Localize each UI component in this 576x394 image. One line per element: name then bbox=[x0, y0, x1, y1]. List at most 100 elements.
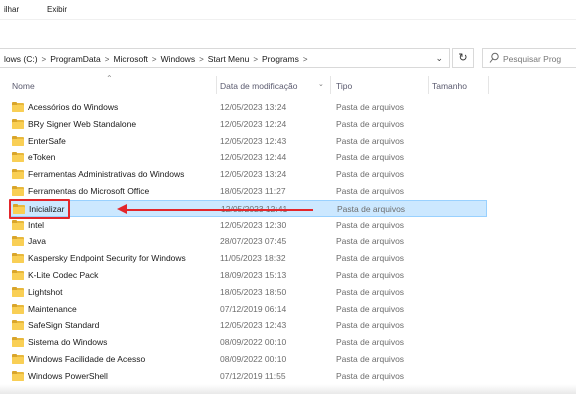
table-row[interactable]: EnterSafe 12/05/2023 12:43 Pasta de arquiv… bbox=[0, 133, 576, 150]
chevron-right-icon: > bbox=[253, 55, 258, 64]
crumb-windows[interactable]: Windows bbox=[161, 54, 195, 64]
folder-icon bbox=[12, 152, 24, 163]
file-name: eToken bbox=[28, 152, 56, 163]
chevron-right-icon: > bbox=[104, 55, 110, 64]
file-name: EnterSafe bbox=[28, 135, 66, 146]
search-box[interactable] bbox=[482, 48, 576, 68]
chevron-right-icon: > bbox=[41, 55, 47, 64]
column-header: ⌃ Nome Data de modificação ⌄ Tipo Tamanh… bbox=[0, 74, 576, 96]
table-row[interactable]: Ferramentas do Microsoft Office 18/05/202… bbox=[0, 183, 576, 200]
folder-icon bbox=[12, 236, 24, 247]
file-date: 08/09/2022 00:10 bbox=[220, 337, 287, 348]
folder-icon bbox=[12, 253, 24, 264]
menu-bar: ilhar Exibir bbox=[0, 0, 576, 20]
folder-icon bbox=[12, 185, 24, 196]
table-row[interactable]: Intel 12/05/2023 12:30 Pasta de arquivos bbox=[0, 217, 576, 234]
column-divider[interactable] bbox=[488, 76, 489, 94]
highlight-annotation bbox=[9, 199, 70, 219]
file-name: Ferramentas Administrativas do Windows bbox=[28, 169, 185, 180]
column-type[interactable]: Tipo bbox=[336, 81, 352, 91]
crumb-microsoft[interactable]: Microsoft bbox=[113, 54, 147, 64]
table-row[interactable]: eToken 12/05/2023 12:44 Pasta de arquivos bbox=[0, 149, 576, 166]
crumb-programs[interactable]: Programs bbox=[262, 54, 299, 64]
file-name: BRy Signer Web Standalone bbox=[28, 118, 137, 129]
folder-icon bbox=[12, 102, 24, 112]
column-divider[interactable] bbox=[428, 76, 429, 94]
table-row[interactable]: Kaspersky Endpoint Security for Windows 1… bbox=[0, 250, 576, 267]
table-row[interactable]: Windows PowerShell 07/12/2019 11:55 Pasta … bbox=[0, 368, 576, 385]
file-name: Windows PowerShell bbox=[28, 370, 108, 381]
table-row[interactable]: Sistema do Windows 08/09/2022 00:10 Pasta … bbox=[0, 334, 576, 351]
file-date: 12/05/2023 13:24 bbox=[220, 169, 287, 180]
address-bar: lows (C:) > ProgramData > Microsoft > Windows >… bbox=[0, 44, 576, 72]
file-date: 12/05/2023 12:43 bbox=[220, 135, 287, 146]
file-name: Intel bbox=[28, 219, 45, 230]
crumb-start-menu[interactable]: Start Menu bbox=[208, 54, 250, 64]
folder-icon bbox=[12, 269, 24, 280]
file-date: 11/05/2023 18:32 bbox=[220, 253, 286, 264]
folder-icon bbox=[12, 353, 24, 364]
table-row[interactable]: Lightshot 18/05/2023 18:50 Pasta de arquiv… bbox=[0, 284, 576, 301]
file-name: Maintenance bbox=[28, 303, 77, 314]
column-divider[interactable] bbox=[216, 76, 217, 94]
table-row[interactable]: Maintenance 07/12/2019 06:14 Pasta de arqu… bbox=[0, 301, 576, 318]
file-date: 12/05/2023 13:24 bbox=[220, 102, 287, 112]
file-date: 18/05/2023 18:50 bbox=[220, 286, 287, 297]
file-type: Pasta de arquivos bbox=[336, 152, 405, 163]
refresh-button[interactable]: ↻ bbox=[452, 48, 474, 68]
file-date: 18/09/2023 15:13 bbox=[220, 269, 287, 280]
file-name: Sistema do Windows bbox=[28, 337, 108, 348]
column-date[interactable]: Data de modificação bbox=[220, 81, 298, 91]
chevron-down-icon[interactable]: ⌄ bbox=[435, 53, 443, 64]
file-name: Java bbox=[28, 236, 46, 247]
search-icon bbox=[489, 52, 499, 63]
file-date: 12/05/2023 12:24 bbox=[220, 118, 287, 129]
file-type: Pasta de arquivos bbox=[336, 219, 405, 230]
file-type: Pasta de arquivos bbox=[336, 353, 405, 364]
column-size[interactable]: Tamanho bbox=[432, 81, 467, 91]
table-row[interactable]: K-Lite Codec Pack 18/09/2023 15:13 Pasta d… bbox=[0, 267, 576, 284]
file-type: Pasta de arquivos bbox=[336, 135, 405, 146]
crumb-drive[interactable]: lows (C:) bbox=[4, 54, 38, 64]
folder-icon bbox=[12, 169, 24, 180]
file-date: 28/07/2023 07:45 bbox=[220, 236, 287, 247]
table-row[interactable]: BRy Signer Web Standalone 12/05/2023 12:2… bbox=[0, 116, 576, 133]
file-date: 12/05/2023 12:43 bbox=[220, 320, 287, 331]
chevron-down-icon[interactable]: ⌄ bbox=[318, 80, 324, 88]
file-name: Lightshot bbox=[28, 286, 63, 297]
file-type: Pasta de arquivos bbox=[336, 337, 405, 348]
refresh-icon: ↻ bbox=[458, 52, 468, 64]
file-name: K-Lite Codec Pack bbox=[28, 269, 99, 280]
file-name: Ferramentas do Microsoft Office bbox=[28, 185, 150, 196]
column-divider[interactable] bbox=[330, 76, 331, 94]
chevron-right-icon: > bbox=[151, 55, 157, 64]
folder-icon bbox=[12, 303, 24, 314]
chevron-right-icon: > bbox=[302, 55, 308, 64]
file-date: 07/12/2019 06:14 bbox=[220, 303, 287, 314]
file-name: Acessórios do Windows bbox=[28, 102, 119, 112]
table-row[interactable]: Java 28/07/2023 07:45 Pasta de arquivos bbox=[0, 233, 576, 250]
file-name: Kaspersky Endpoint Security for Windows bbox=[28, 253, 186, 264]
file-type: Pasta de arquivos bbox=[336, 269, 405, 280]
file-type: Pasta de arquivos bbox=[336, 320, 405, 331]
table-row[interactable]: Windows Facilidade de Acesso 08/09/2022 0… bbox=[0, 351, 576, 368]
folder-icon bbox=[12, 370, 24, 381]
table-row[interactable]: SafeSign Standard 12/05/2023 12:43 Pasta d… bbox=[0, 317, 576, 334]
file-type: Pasta de arquivos bbox=[336, 185, 405, 196]
folder-icon bbox=[12, 320, 24, 331]
folder-icon bbox=[12, 286, 24, 297]
address-path[interactable]: lows (C:) > ProgramData > Microsoft > Windows >… bbox=[0, 48, 450, 68]
folder-icon bbox=[12, 219, 24, 230]
table-row[interactable]: Acessórios do Windows 12/05/2023 13:24 Pas… bbox=[0, 99, 576, 116]
table-row[interactable]: Ferramentas Administrativas do Windows 12… bbox=[0, 166, 576, 183]
folder-icon bbox=[12, 337, 24, 348]
file-type: Pasta de arquivos bbox=[336, 169, 405, 180]
menu-exibir[interactable]: Exibir bbox=[47, 5, 67, 14]
menu-compartilhar[interactable]: ilhar bbox=[4, 5, 19, 14]
file-type: Pasta de arquivos bbox=[336, 253, 405, 264]
file-type: Pasta de arquivos bbox=[336, 303, 405, 314]
bottom-edge bbox=[0, 384, 576, 394]
crumb-programdata[interactable]: ProgramData bbox=[50, 54, 101, 64]
search-input[interactable] bbox=[503, 52, 576, 65]
column-name[interactable]: Nome bbox=[12, 81, 35, 91]
